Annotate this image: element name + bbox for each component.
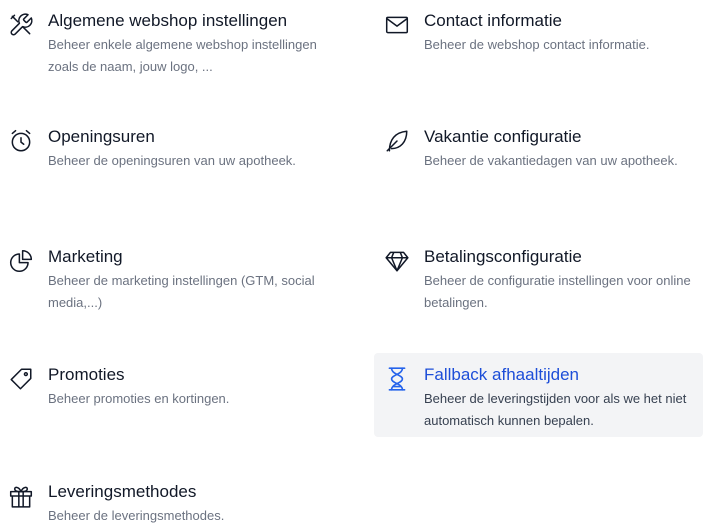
settings-card-fallback[interactable]: Fallback afhaaltijden Beheer de levering…	[374, 353, 703, 437]
settings-card-description: Beheer de webshop contact informatie.	[424, 37, 650, 52]
settings-card-betaling[interactable]: Betalingsconfiguratie Beheer de configur…	[384, 246, 703, 316]
settings-card-description: Beheer de marketing instellingen (GTM, s…	[48, 273, 315, 310]
envelope-icon	[384, 12, 410, 38]
settings-card-openingsuren[interactable]: Openingsuren Beheer de openingsuren van …	[8, 126, 338, 176]
settings-card-description: Beheer de openingsuren van uw apotheek.	[48, 153, 296, 168]
diamond-icon	[384, 248, 410, 274]
settings-card-description: Beheer promoties en kortingen.	[48, 391, 230, 406]
settings-card-description: Beheer de configuratie instellingen voor…	[424, 273, 691, 310]
settings-card-title: Promoties	[48, 365, 125, 384]
settings-card-marketing[interactable]: Marketing Beheer de marketing instelling…	[8, 246, 338, 316]
settings-card-promoties[interactable]: Promoties Beheer promoties en kortingen.	[8, 364, 338, 414]
settings-card-title: Contact informatie	[424, 11, 562, 30]
settings-card-title: Vakantie configuratie	[424, 127, 582, 146]
settings-card-title: Algemene webshop instellingen	[48, 11, 288, 30]
settings-card-description: Beheer de leveringstijden voor als we he…	[424, 391, 687, 428]
leaf-icon	[384, 128, 410, 154]
alarm-clock-icon	[8, 128, 34, 154]
settings-card-title: Betalingsconfiguratie	[424, 247, 582, 266]
settings-card-title: Marketing	[48, 247, 123, 266]
settings-card-description: Beheer enkele algemene webshop instellin…	[48, 37, 317, 74]
hourglass-icon	[384, 366, 410, 392]
settings-card-title: Fallback afhaaltijden	[424, 365, 579, 384]
settings-card-levering[interactable]: Leveringsmethodes Beheer de leveringsmet…	[8, 481, 338, 523]
settings-card-algemeen[interactable]: Algemene webshop instellingen Beheer enk…	[8, 10, 338, 80]
settings-card-description: Beheer de vakantiedagen van uw apotheek.	[424, 153, 678, 168]
pie-chart-icon	[8, 248, 34, 274]
tools-icon	[8, 12, 34, 38]
settings-card-description: Beheer de leveringsmethodes.	[48, 508, 225, 523]
tag-icon	[8, 366, 34, 392]
settings-card-vakantie[interactable]: Vakantie configuratie Beheer de vakantie…	[384, 126, 703, 176]
settings-card-title: Leveringsmethodes	[48, 482, 197, 501]
settings-card-title: Openingsuren	[48, 127, 155, 146]
settings-card-contact[interactable]: Contact informatie Beheer de webshop con…	[384, 10, 703, 60]
gift-icon	[8, 483, 34, 509]
